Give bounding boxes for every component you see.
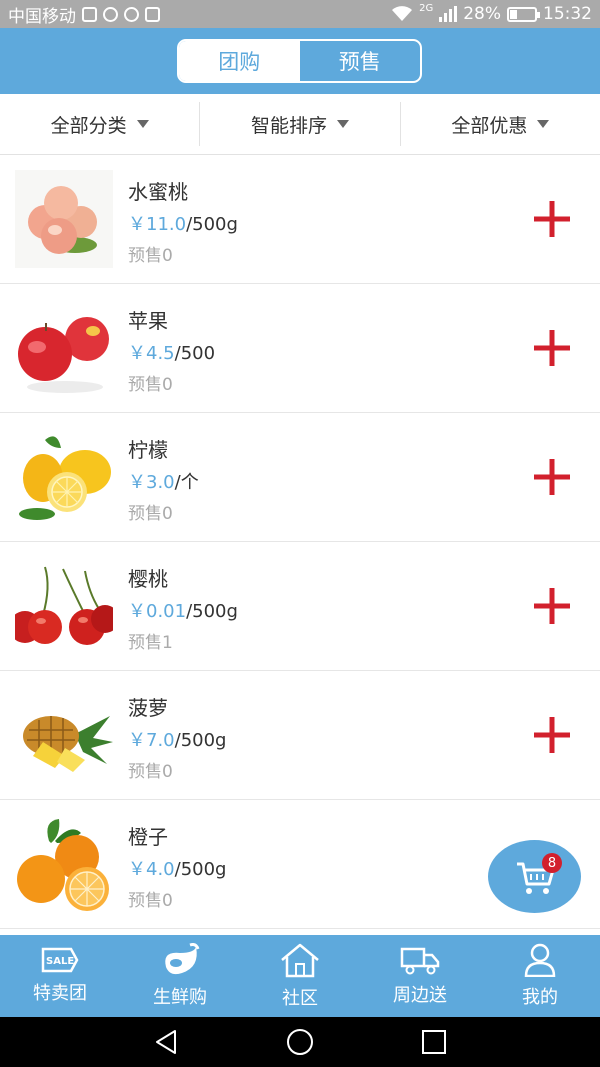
cherry-image[interactable]: [15, 557, 113, 655]
recents-icon[interactable]: [421, 1029, 447, 1055]
product-name: 苹果: [128, 309, 168, 333]
pineapple-image[interactable]: [15, 686, 113, 784]
product-name: 水蜜桃: [128, 180, 188, 204]
truck-icon: [400, 947, 440, 975]
cart-count-badge: 8: [542, 853, 562, 873]
peach-image[interactable]: [15, 170, 113, 268]
battery-icon: [507, 6, 540, 22]
add-to-cart-button[interactable]: [533, 458, 571, 496]
apple-image[interactable]: [15, 299, 113, 397]
status-right: 2G 28% 15:32: [391, 2, 592, 24]
price-unit: /500g: [186, 601, 238, 622]
sale-icon-text: SALE: [46, 956, 74, 967]
product-item[interactable]: 菠萝 ￥7.0/500g 预售0: [0, 671, 600, 800]
caret-down-icon: [537, 120, 550, 128]
presale-count: 预售0: [128, 504, 173, 524]
price-amount: ￥4.5: [128, 343, 175, 364]
orange-image[interactable]: [15, 815, 113, 913]
caret-down-icon: [337, 120, 349, 128]
filter-sort-label: 智能排序: [250, 114, 327, 137]
tab-presale[interactable]: 预售: [300, 41, 421, 81]
carrier-label: 中国移动: [8, 6, 76, 27]
nav-label: 特卖团: [33, 983, 87, 1004]
keyboard-notification-icon: [145, 6, 160, 22]
app-notification-icon: [124, 6, 139, 22]
price-unit: /500g: [174, 859, 227, 880]
filter-bar: 全部分类 智能排序 全部优惠: [0, 94, 600, 155]
nav-item-community[interactable]: 社区: [240, 935, 360, 1017]
add-to-cart-button[interactable]: [533, 716, 571, 754]
price-amount: ￥0.01: [128, 601, 187, 622]
product-price: ￥3.0/个: [128, 468, 199, 494]
presale-count: 预售0: [128, 891, 173, 911]
presale-count: 预售0: [128, 762, 173, 782]
sale-icon: SALE: [41, 947, 79, 973]
presale-count: 预售1: [128, 633, 173, 653]
price-amount: ￥11.0: [128, 214, 187, 235]
product-name: 橙子: [128, 825, 168, 849]
back-icon[interactable]: [153, 1028, 179, 1056]
nav-label: 生鲜购: [153, 987, 207, 1008]
status-left: 中国移动: [8, 2, 160, 27]
product-name: 菠萝: [128, 696, 168, 720]
filter-category-label: 全部分类: [50, 114, 127, 137]
network-type: 2G: [419, 2, 434, 14]
battery-percent: 28%: [463, 4, 501, 24]
user-icon: [524, 943, 556, 977]
filter-discount[interactable]: 全部优惠: [401, 102, 600, 146]
product-price: ￥7.0/500g: [128, 726, 227, 752]
filter-sort[interactable]: 智能排序: [200, 102, 401, 146]
product-list: 水蜜桃 ￥11.0/500g 预售0 苹果 ￥4.5/500 预售0 柠檬 ￥3…: [0, 155, 600, 935]
product-item[interactable]: 樱桃 ￥0.01/500g 预售1: [0, 542, 600, 671]
product-price: ￥0.01/500g: [128, 597, 238, 623]
product-item[interactable]: 苹果 ￥4.5/500 预售0: [0, 284, 600, 413]
filter-category[interactable]: 全部分类: [0, 102, 201, 146]
wifi-icon: [392, 6, 413, 21]
system-nav-bar: [0, 1017, 600, 1067]
nav-label: 周边送: [393, 985, 447, 1006]
caret-down-icon: [136, 120, 149, 128]
nav-label: 我的: [522, 987, 558, 1008]
presale-count: 预售0: [128, 375, 173, 395]
price-unit: /500g: [186, 214, 238, 235]
product-name: 柠檬: [128, 438, 168, 462]
nav-item-sale[interactable]: SALE 特卖团: [0, 935, 120, 1017]
tab-group-buy[interactable]: 团购: [179, 41, 300, 81]
image-notification-icon: [82, 6, 97, 22]
filter-discount-label: 全部优惠: [451, 114, 528, 137]
presale-count: 预售0: [128, 246, 173, 266]
price-unit: /500g: [174, 730, 227, 751]
price-unit: /个: [174, 472, 199, 493]
add-to-cart-button[interactable]: [533, 200, 571, 238]
header: 团购 预售: [0, 28, 600, 94]
price-amount: ￥7.0: [128, 730, 175, 751]
product-item[interactable]: 柠檬 ￥3.0/个 预售0: [0, 413, 600, 542]
clock: 15:32: [543, 4, 592, 24]
add-to-cart-button[interactable]: [533, 329, 571, 367]
lemon-image[interactable]: [15, 428, 113, 526]
product-item[interactable]: 水蜜桃 ￥11.0/500g 预售0: [0, 155, 600, 284]
eggplant-icon: [165, 943, 200, 975]
price-amount: ￥4.0: [128, 859, 175, 880]
home-icon[interactable]: [286, 1028, 314, 1056]
add-to-cart-button[interactable]: [533, 587, 571, 625]
battery-level: [510, 9, 517, 19]
nav-label: 社区: [282, 988, 318, 1009]
settings-notification-icon: [103, 6, 118, 22]
price-unit: /500: [174, 343, 216, 364]
price-amount: ￥3.0: [128, 472, 175, 493]
product-price: ￥11.0/500g: [128, 210, 238, 236]
product-name: 樱桃: [128, 567, 168, 591]
product-price: ￥4.5/500: [128, 339, 215, 365]
bottom-nav: SALE 特卖团 生鲜购 社区 周边送 我的: [0, 935, 600, 1017]
mode-segmented-control: 团购 预售: [177, 39, 422, 83]
nav-item-me[interactable]: 我的: [480, 935, 600, 1017]
house-icon: [281, 943, 319, 978]
nav-item-delivery[interactable]: 周边送: [360, 935, 480, 1017]
status-bar: 中国移动 2G 28% 15:32: [0, 0, 600, 28]
nav-item-fresh[interactable]: 生鲜购: [120, 935, 240, 1017]
signal-icon: [439, 6, 458, 22]
product-price: ￥4.0/500g: [128, 855, 227, 881]
cart-button[interactable]: 8: [488, 840, 581, 913]
